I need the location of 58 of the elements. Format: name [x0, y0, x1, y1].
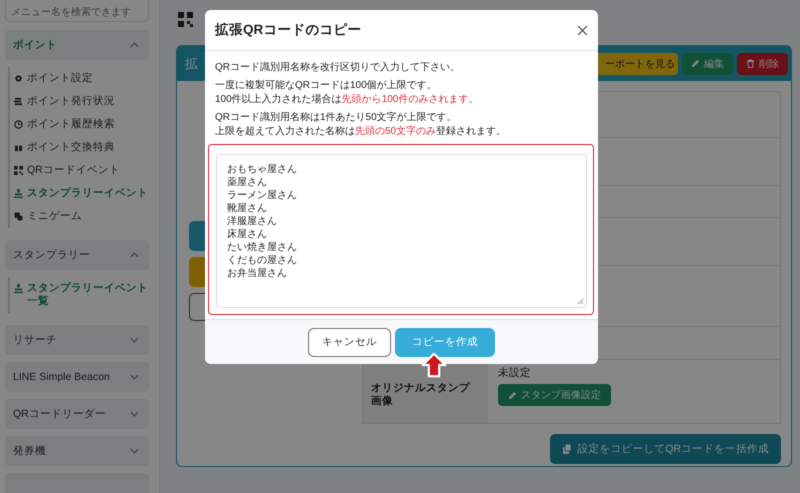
- create-copy-button[interactable]: コピーを作成: [395, 328, 495, 356]
- header-button[interactable]: 削除: [737, 52, 788, 74]
- entered-line: たい焼き屋さん: [227, 241, 298, 254]
- qr-code-icon: [178, 12, 193, 27]
- chevron-down-icon: [130, 374, 139, 380]
- menu-item[interactable]: QRコードイベント: [14, 159, 149, 182]
- pencil-icon: [508, 390, 517, 400]
- chevron-up-icon: [130, 252, 139, 258]
- instruction-text: 100件以上入力された場合は先頭から100件のみされます。: [215, 93, 480, 107]
- entered-line: ラーメン屋さん: [227, 189, 298, 202]
- instruction-text: QRコード識別用名称は1件あたり50文字が上限です。: [215, 111, 458, 125]
- chevron-down-icon: [130, 411, 139, 417]
- header-button[interactable]: 編集: [682, 52, 733, 74]
- menu-group-header[interactable]: 発券機: [5, 436, 149, 466]
- card-title: 拡: [185, 54, 198, 72]
- stamp-image-button[interactable]: スタンプ画像設定: [498, 384, 611, 406]
- names-textarea[interactable]: おもちゃ屋さん 薬屋さん ラーメン屋さん 靴屋さん 洋服屋さん 床屋さん たい焼き屋さん くだもの屋さん お弁当屋さん: [216, 154, 587, 308]
- menu-item[interactable]: スタンプラリーイベント一覧: [14, 277, 149, 313]
- menu-group-header[interactable]: リサーチ: [5, 325, 149, 355]
- chevron-down-icon: [130, 337, 139, 343]
- close-icon: [577, 24, 588, 36]
- stamp-icon: [14, 189, 23, 198]
- menu-group-header[interactable]: ポイント: [5, 30, 149, 60]
- entered-line: くだもの屋さん: [227, 254, 298, 267]
- dice-icon: [14, 212, 23, 221]
- chevron-down-icon: [130, 448, 139, 454]
- bulk-create-button[interactable]: 設定をコピーしてQRコードを一括作成: [550, 434, 781, 464]
- copy-icon: [562, 444, 572, 454]
- entered-line: お弁当屋さん: [227, 267, 288, 280]
- menu-item[interactable]: ポイント設定: [14, 67, 149, 90]
- menu-item[interactable]: ミニゲーム: [14, 205, 149, 228]
- entered-line: 靴屋さん: [227, 202, 268, 215]
- entered-line: おもちゃ屋さん: [227, 163, 298, 176]
- menu-group-header[interactable]: LINE Simple Beacon: [5, 362, 149, 392]
- entered-line: 薬屋さん: [227, 176, 268, 189]
- menu-group-header[interactable]: QRコードリーダー: [5, 399, 149, 429]
- instruction-text: 一度に複製可能なQRコードは100個が上限です。: [215, 79, 438, 93]
- modal-title: 拡張QRコードのコピー: [215, 21, 362, 39]
- row-value: 未設定: [498, 366, 531, 380]
- entered-line: 床屋さん: [227, 228, 268, 241]
- instruction-text: QRコード識別用名称を改行区切りで入力して下さい。: [215, 61, 461, 75]
- menu-item[interactable]: ポイント履歴検索: [14, 113, 149, 136]
- row-label: オリジナルスタンプ画像: [371, 382, 471, 408]
- menu-item[interactable]: ポイント発行状況: [14, 90, 149, 113]
- entered-line: 洋服屋さん: [227, 215, 278, 228]
- menu-group-header[interactable]: スタンプラリー: [5, 240, 149, 270]
- trash-icon: [746, 59, 755, 68]
- menu-item[interactable]: ポイント交換特典: [14, 136, 149, 159]
- menu-search-field[interactable]: メニュー名を検索できます: [5, 0, 149, 22]
- cancel-button[interactable]: キャンセル: [308, 328, 391, 356]
- menu-item[interactable]: スタンプラリーイベント: [14, 182, 149, 205]
- qr-code-icon: [14, 166, 23, 175]
- chevron-up-icon: [130, 42, 139, 48]
- resize-grip-icon[interactable]: [577, 298, 584, 305]
- coin-stack-icon: [14, 97, 23, 106]
- stamp-icon: [14, 284, 23, 293]
- instruction-text: 上限を超えて入力された名称は先頭の50文字のみ登録されます。: [215, 125, 508, 139]
- pencil-icon: [691, 59, 700, 68]
